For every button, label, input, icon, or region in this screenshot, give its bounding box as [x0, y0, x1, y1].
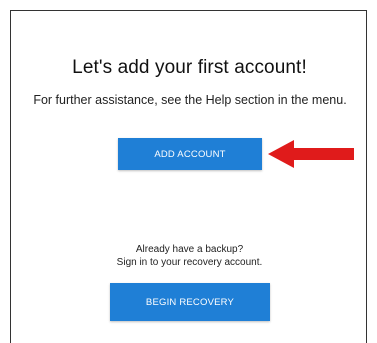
begin-recovery-button[interactable]: BEGIN RECOVERY	[110, 283, 270, 321]
add-account-button[interactable]: ADD ACCOUNT	[118, 138, 262, 170]
begin-recovery-label: BEGIN RECOVERY	[145, 296, 235, 308]
backup-question: Already have a backup?	[135, 244, 244, 255]
add-account-label: ADD ACCOUNT	[154, 148, 226, 160]
page-title: Let's add your first account!	[72, 57, 307, 78]
help-text: For further assistance, see the Help sec…	[33, 93, 347, 107]
red-arrow-icon	[268, 140, 354, 168]
backup-text: Already have a backup? Sign in to your r…	[11, 243, 368, 269]
screenshot-frame: Let's add your first account! For furthe…	[0, 0, 377, 343]
onboarding-panel: Let's add your first account! For furthe…	[10, 10, 367, 343]
backup-instruction: Sign in to your recovery account.	[116, 257, 263, 268]
